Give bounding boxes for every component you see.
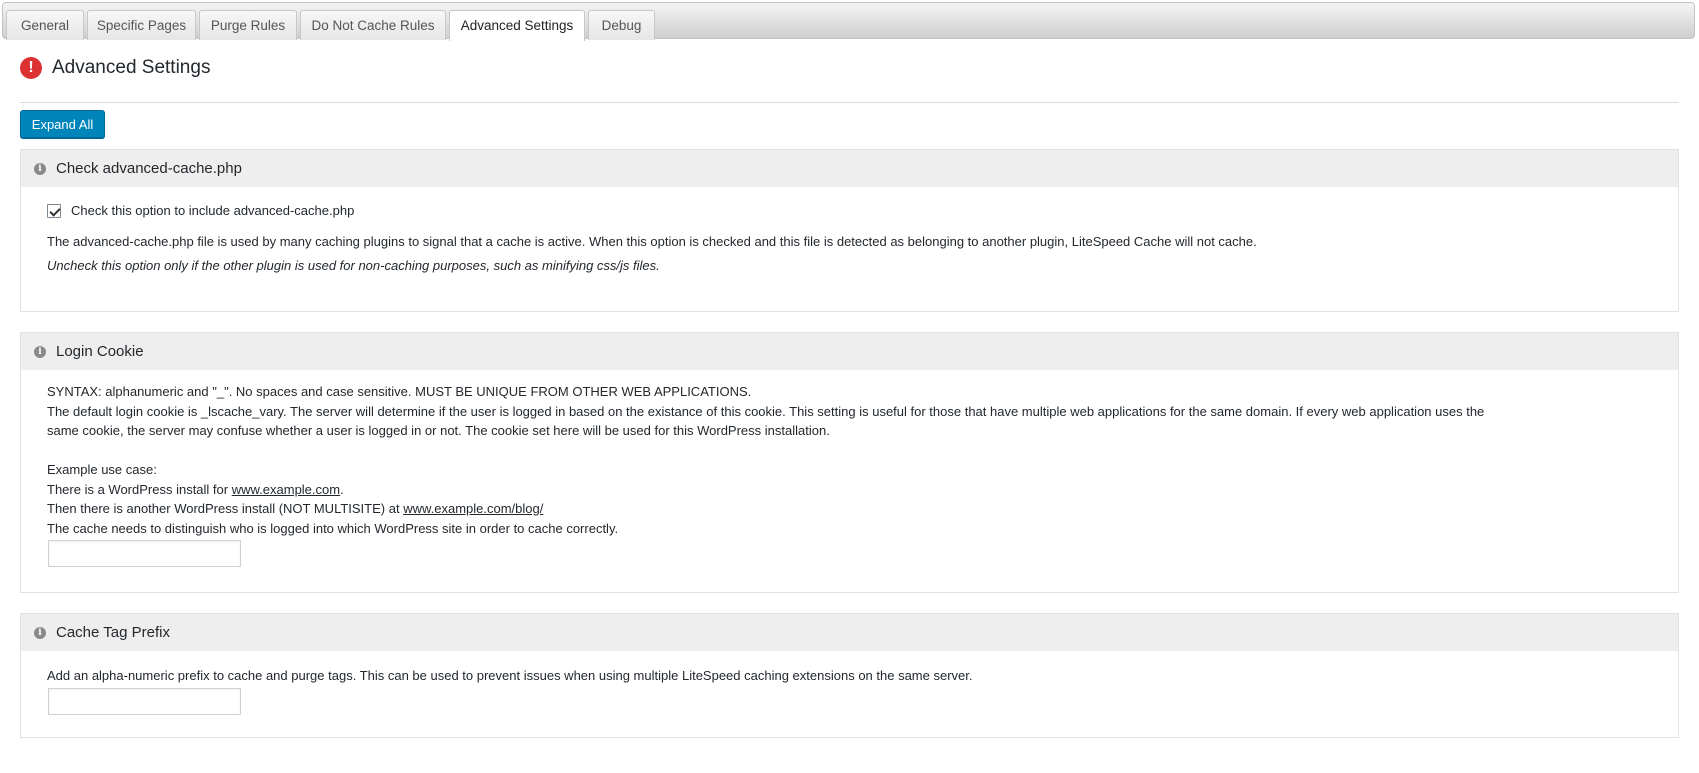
advanced-cache-note: Uncheck this option only if the other pl… — [47, 258, 660, 273]
login-cookie-description-2: same cookie, the server may confuse whet… — [47, 423, 830, 438]
info-icon: i — [34, 346, 46, 358]
example-line-2: Then there is another WordPress install … — [47, 499, 543, 519]
tab-bar: General Specific Pages Purge Rules Do No… — [2, 2, 1695, 41]
advanced-cache-description: The advanced-cache.php file is used by m… — [47, 234, 1257, 249]
section-title: Cache Tag Prefix — [56, 624, 170, 641]
exclamation-icon: ! — [20, 57, 42, 79]
section-login-cookie: i Login Cookie SYNTAX: alphanumeric and … — [20, 332, 1679, 593]
tab-purge-rules[interactable]: Purge Rules — [199, 10, 297, 40]
cache-tag-prefix-input[interactable] — [48, 688, 241, 715]
tab-advanced-settings[interactable]: Advanced Settings — [449, 10, 585, 41]
info-icon: i — [34, 627, 46, 639]
example-heading: Example use case: — [47, 462, 157, 477]
example-line-3: The cache needs to distinguish who is lo… — [47, 520, 619, 536]
info-icon: i — [34, 163, 46, 175]
example-text: . — [340, 481, 344, 497]
example-blog-link[interactable]: www.example.com/blog/ — [403, 501, 543, 516]
expand-all-button[interactable]: Expand All — [20, 110, 105, 138]
tab-general[interactable]: General — [6, 10, 84, 40]
section-title: Login Cookie — [56, 343, 144, 360]
example-link[interactable]: www.example.com — [232, 482, 340, 497]
section-title: Check advanced-cache.php — [56, 160, 242, 177]
page-header: ! Advanced Settings — [20, 56, 1679, 103]
page-title: Advanced Settings — [52, 57, 211, 78]
section-header[interactable]: i Login Cookie — [21, 333, 1678, 370]
tab-specific-pages[interactable]: Specific Pages — [87, 10, 196, 40]
example-text: Then there is another WordPress install … — [47, 501, 404, 516]
section-cache-tag-prefix: i Cache Tag Prefix Add an alpha-numeric … — [20, 613, 1679, 738]
section-header[interactable]: i Cache Tag Prefix — [21, 614, 1678, 651]
advanced-cache-checkbox[interactable] — [47, 204, 61, 218]
login-cookie-description-1: The default login cookie is _lscache_var… — [47, 403, 1485, 419]
section-advanced-cache: i Check advanced-cache.php Check this op… — [20, 149, 1679, 312]
cache-tag-prefix-description: Add an alpha-numeric prefix to cache and… — [47, 668, 973, 683]
login-cookie-input[interactable] — [48, 540, 241, 567]
checkbox-label: Check this option to include advanced-ca… — [71, 203, 355, 218]
example-line-1: There is a WordPress install for www.exa… — [47, 480, 344, 500]
section-header[interactable]: i Check advanced-cache.php — [21, 150, 1678, 187]
example-text: There is a WordPress install for — [47, 481, 232, 497]
tab-do-not-cache-rules[interactable]: Do Not Cache Rules — [300, 10, 446, 40]
tab-debug[interactable]: Debug — [588, 10, 655, 40]
login-cookie-syntax: SYNTAX: alphanumeric and "_". No spaces … — [47, 384, 752, 399]
